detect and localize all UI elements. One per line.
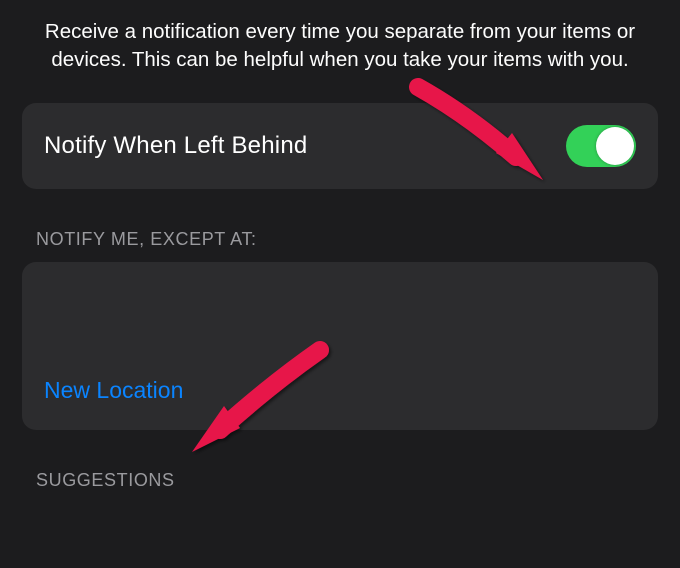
new-location-button[interactable]: New Location: [44, 377, 183, 412]
notify-left-behind-toggle[interactable]: [566, 125, 636, 167]
notify-left-behind-row[interactable]: Notify When Left Behind: [22, 103, 658, 189]
toggle-knob: [596, 127, 634, 165]
except-at-header: NOTIFY ME, EXCEPT AT:: [22, 189, 658, 262]
notify-left-behind-label: Notify When Left Behind: [44, 132, 307, 160]
except-at-card: New Location: [22, 262, 658, 430]
feature-description: Receive a notification every time you se…: [22, 18, 658, 103]
settings-screen: Receive a notification every time you se…: [0, 0, 680, 568]
suggestions-header: SUGGESTIONS: [22, 430, 658, 503]
